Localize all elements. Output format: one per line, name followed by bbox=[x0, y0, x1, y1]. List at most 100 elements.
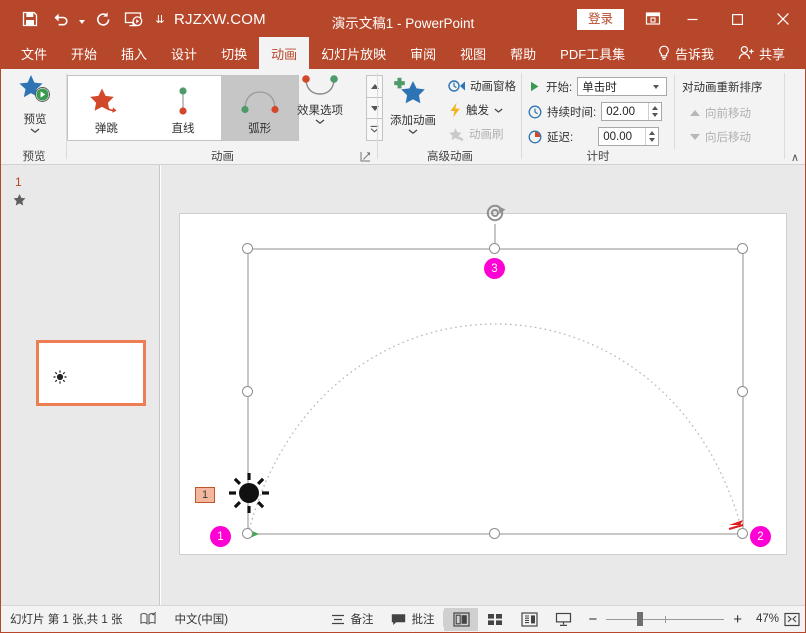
animation-sequence-tag[interactable]: 1 bbox=[195, 487, 215, 503]
view-slide-sorter-button[interactable] bbox=[478, 608, 512, 631]
slide-thumbnail-pane[interactable]: 1 bbox=[1, 165, 160, 607]
move-earlier-button: 向前移动 bbox=[690, 105, 751, 121]
tab-transitions[interactable]: 切换 bbox=[209, 37, 259, 69]
move-later-icon bbox=[690, 134, 700, 140]
path-badge-2[interactable]: 2 bbox=[750, 526, 771, 547]
zoom-in-label: + bbox=[733, 611, 742, 628]
effect-options-button[interactable]: 效果选项 bbox=[289, 75, 351, 125]
slide-thumbnail-1[interactable] bbox=[36, 340, 146, 406]
slide-counter[interactable]: 幻灯片 第 1 张,共 1 张 bbox=[1, 608, 131, 631]
zoom-in-button[interactable]: + bbox=[731, 608, 748, 631]
gallery-item-arc[interactable]: 弧形 bbox=[221, 76, 298, 140]
maximize-button[interactable] bbox=[715, 1, 760, 37]
slide-editing-stage[interactable]: 1 1 2 3 bbox=[161, 165, 805, 607]
sign-in-button[interactable]: 登录 bbox=[577, 9, 624, 30]
close-button[interactable] bbox=[760, 1, 805, 37]
tab-file[interactable]: 文件 bbox=[9, 37, 59, 69]
work-area: 1 bbox=[1, 165, 805, 607]
start-dropdown-icon[interactable] bbox=[650, 85, 662, 89]
effect-options-dropdown-icon[interactable] bbox=[314, 118, 326, 125]
handle-bottom-center[interactable] bbox=[489, 528, 500, 539]
rotate-handle[interactable] bbox=[485, 202, 505, 222]
add-animation-dropdown-icon[interactable] bbox=[407, 128, 419, 135]
path-badge-3[interactable]: 3 bbox=[484, 258, 505, 279]
delay-spinner-buttons[interactable] bbox=[645, 128, 658, 145]
group-label-animation: 动画 bbox=[67, 148, 378, 164]
duration-spinner-buttons[interactable] bbox=[648, 103, 661, 120]
start-label: 开始: bbox=[546, 79, 572, 95]
gallery-item-bounce-label: 弹跳 bbox=[95, 120, 118, 136]
add-animation-button[interactable]: 添加动画 bbox=[382, 75, 444, 135]
path-badge-1[interactable]: 1 bbox=[210, 526, 231, 547]
tab-review[interactable]: 审阅 bbox=[398, 37, 448, 69]
animation-pane-button[interactable]: 动画窗格 bbox=[448, 78, 516, 94]
share-button[interactable]: 共享 bbox=[726, 37, 797, 69]
preview-button[interactable]: 预览 bbox=[7, 73, 63, 143]
zoom-slider[interactable] bbox=[606, 612, 724, 626]
delay-value[interactable]: 00.00 bbox=[599, 128, 645, 145]
arc-path-icon bbox=[236, 86, 284, 120]
duration-value[interactable]: 02.00 bbox=[602, 103, 648, 120]
tell-me-button[interactable]: 告诉我 bbox=[645, 37, 726, 69]
start-row: 开始: 单击时 bbox=[528, 77, 667, 96]
fit-slide-to-window-button[interactable] bbox=[779, 612, 805, 627]
window-controls: 登录 bbox=[577, 1, 805, 37]
save-icon[interactable] bbox=[15, 5, 45, 33]
add-animation-label: 添加动画 bbox=[390, 112, 436, 128]
view-slideshow-button[interactable] bbox=[546, 608, 580, 631]
trigger-button[interactable]: 触发 bbox=[448, 102, 504, 118]
notes-button[interactable]: 备注 bbox=[322, 608, 382, 631]
comments-button[interactable]: 批注 bbox=[382, 608, 443, 631]
tab-insert[interactable]: 插入 bbox=[109, 37, 159, 69]
minimize-button[interactable] bbox=[670, 1, 715, 37]
view-reading-button[interactable] bbox=[512, 608, 546, 631]
accessibility-checker-button[interactable] bbox=[131, 608, 165, 631]
tab-design[interactable]: 设计 bbox=[159, 37, 209, 69]
tab-animations[interactable]: 动画 bbox=[259, 37, 309, 69]
gallery-item-bounce[interactable]: 弹跳 bbox=[68, 76, 145, 140]
quick-access-toolbar: ⇊ RJZXW.COM bbox=[1, 5, 266, 33]
tab-view[interactable]: 视图 bbox=[448, 37, 498, 69]
duration-spinner[interactable]: 02.00 bbox=[601, 102, 662, 121]
undo-icon[interactable] bbox=[45, 5, 75, 33]
ribbon-group-advanced-animation: 添加动画 动画窗格 触发 bbox=[378, 69, 522, 165]
customize-qat-icon[interactable]: ⇊ bbox=[148, 5, 172, 33]
preview-button-label: 预览 bbox=[24, 111, 47, 127]
trigger-dropdown-icon[interactable] bbox=[493, 107, 504, 114]
tab-home[interactable]: 开始 bbox=[59, 37, 109, 69]
tab-pdf-tools[interactable]: PDF工具集 bbox=[548, 37, 637, 69]
handle-top-right[interactable] bbox=[737, 243, 748, 254]
redo-icon[interactable] bbox=[88, 5, 118, 33]
sun-shape[interactable] bbox=[228, 472, 270, 519]
preview-dropdown-icon[interactable] bbox=[29, 127, 41, 134]
zoom-out-button[interactable]: − bbox=[580, 608, 599, 631]
slide-canvas[interactable]: 1 1 2 3 bbox=[179, 213, 787, 555]
handle-top-center[interactable] bbox=[489, 243, 500, 254]
add-animation-star-plus-icon bbox=[391, 75, 435, 111]
tab-slideshow[interactable]: 幻灯片放映 bbox=[309, 37, 398, 69]
handle-bottom-left[interactable] bbox=[242, 528, 253, 539]
animation-gallery[interactable]: 弹跳 直线 bbox=[67, 75, 299, 141]
handle-top-left[interactable] bbox=[242, 243, 253, 254]
start-dropdown[interactable]: 单击时 bbox=[577, 77, 667, 96]
zoom-slider-thumb[interactable] bbox=[637, 612, 643, 626]
language-label: 中文(中国) bbox=[174, 611, 228, 627]
animation-dialog-launcher[interactable] bbox=[360, 151, 372, 163]
line-path-icon bbox=[168, 86, 198, 120]
handle-bottom-right[interactable] bbox=[737, 528, 748, 539]
zoom-percentage[interactable]: 47% bbox=[748, 613, 779, 625]
gallery-item-line[interactable]: 直线 bbox=[145, 76, 222, 140]
ribbon-display-options-icon[interactable] bbox=[636, 1, 670, 37]
handle-middle-left[interactable] bbox=[242, 386, 253, 397]
undo-dropdown-icon[interactable] bbox=[75, 5, 88, 33]
tab-help[interactable]: 帮助 bbox=[498, 37, 548, 69]
start-slideshow-icon[interactable] bbox=[118, 5, 148, 33]
thumbnail-animation-star-icon[interactable] bbox=[12, 193, 27, 213]
lightbulb-icon bbox=[657, 45, 671, 61]
language-indicator[interactable]: 中文(中国) bbox=[165, 608, 237, 631]
delay-spinner[interactable]: 00.00 bbox=[598, 127, 659, 146]
view-normal-button[interactable] bbox=[444, 608, 478, 631]
handle-middle-right[interactable] bbox=[737, 386, 748, 397]
collapse-ribbon-button[interactable]: ∧ bbox=[791, 151, 799, 164]
move-later-button: 向后移动 bbox=[690, 129, 751, 145]
